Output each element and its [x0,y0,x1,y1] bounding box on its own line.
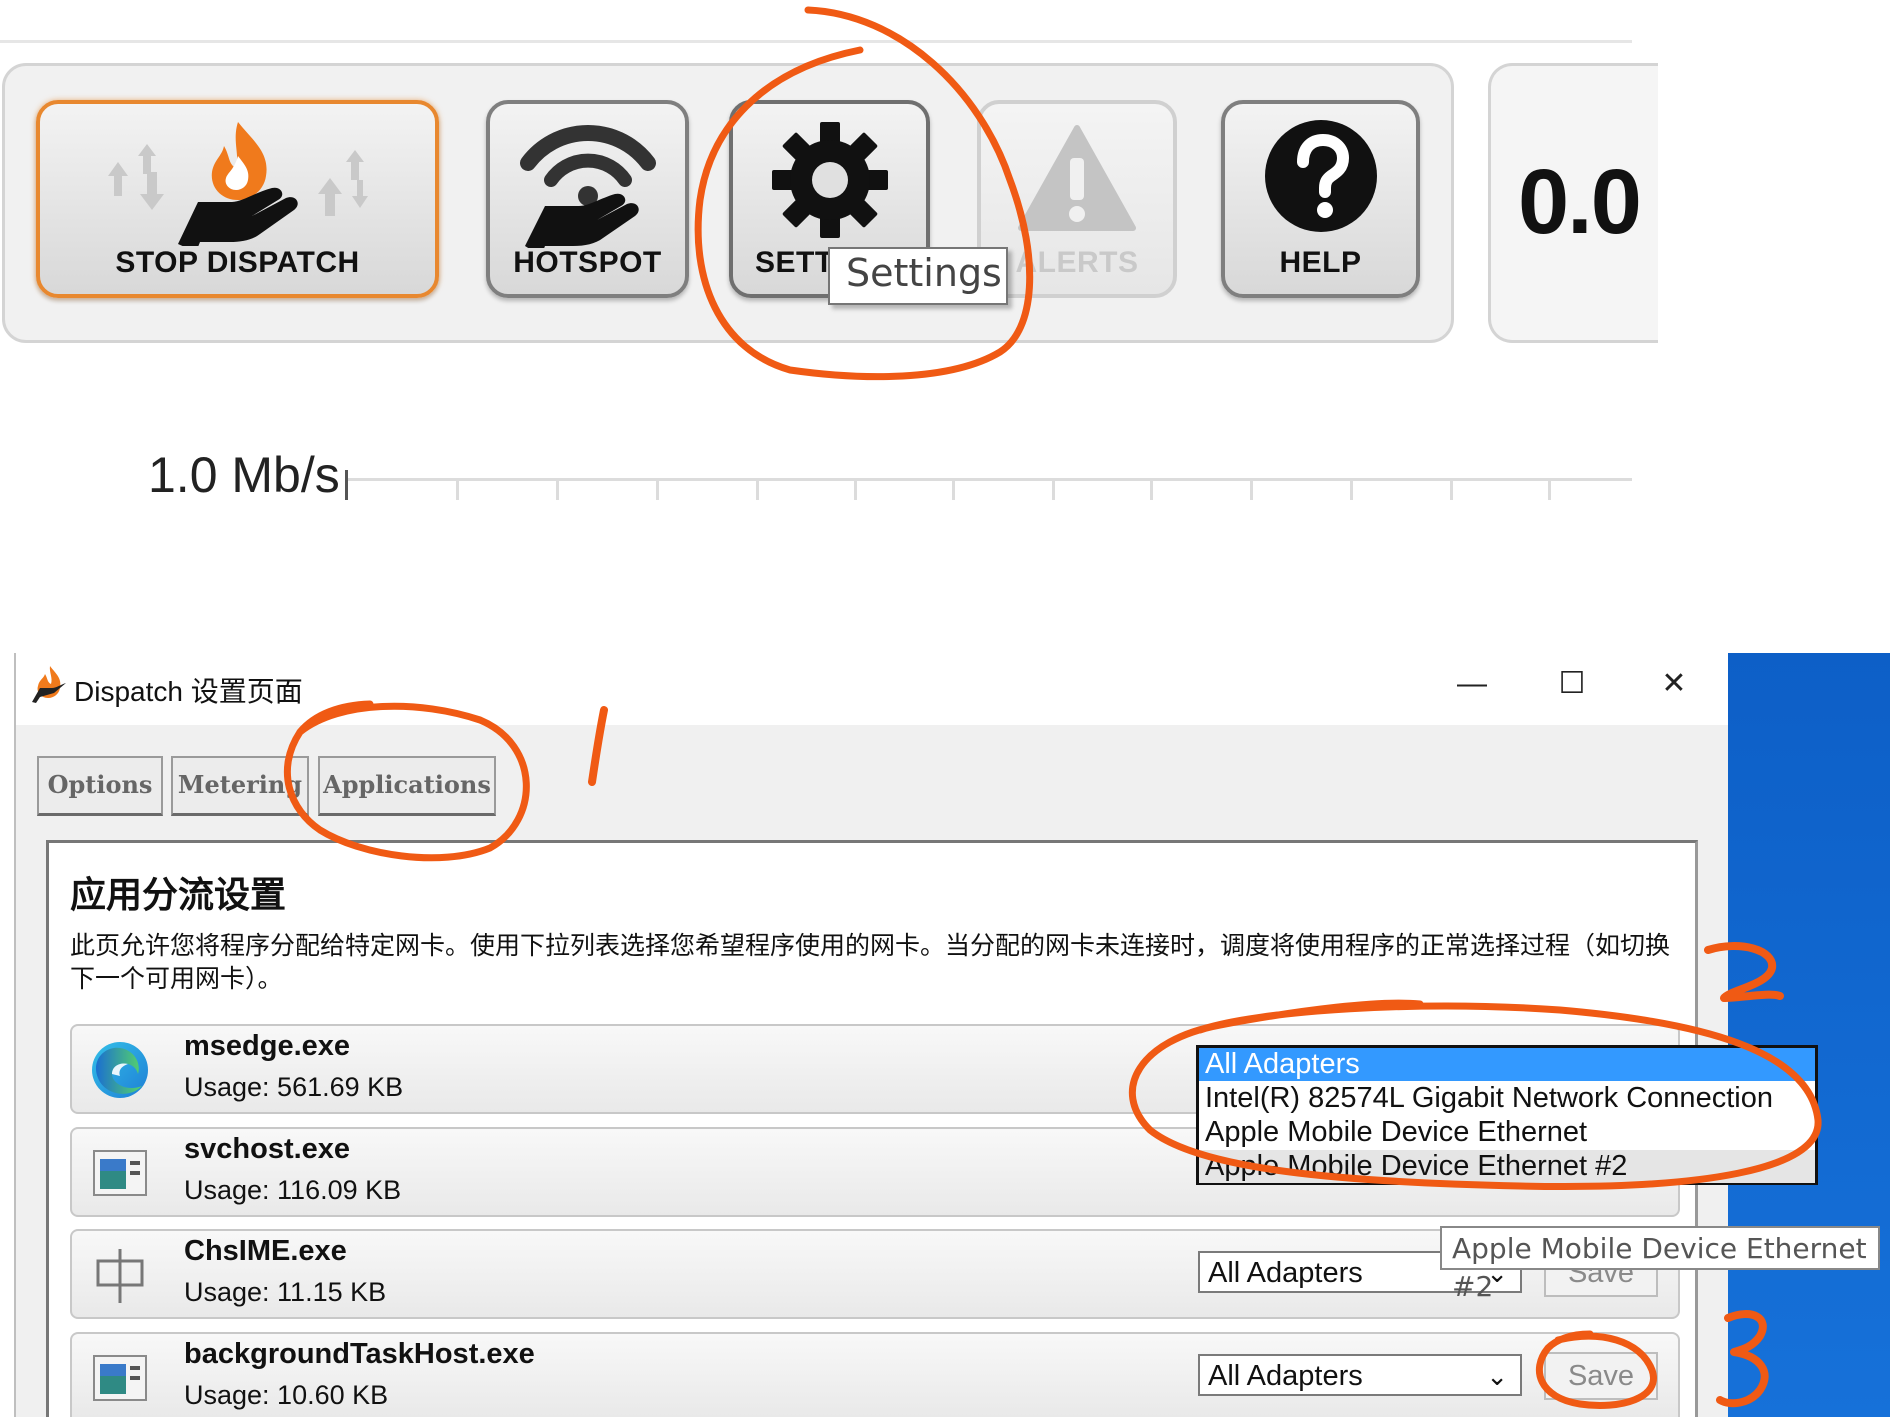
app-window-icon [93,1355,147,1401]
desktop-background [1728,653,1890,1417]
close-button[interactable]: ✕ [1644,660,1704,708]
gear-icon [771,122,888,238]
graph-tick [1548,478,1551,500]
help-icon [1264,120,1377,232]
app-usage: Usage: 116.09 KB [184,1175,402,1205]
hotspot-button[interactable]: HOTSPOT [486,100,689,298]
graph-tick [1350,478,1353,500]
graph-y-axis-label: 1.0 Mb/s [148,447,340,503]
tab-applications[interactable]: Applications [318,756,496,816]
app-usage: Usage: 10.60 KB [184,1380,389,1410]
tab-metering[interactable]: Metering [171,756,309,816]
graph-tick [854,478,857,500]
graph-axis-start [345,470,348,500]
save-button[interactable]: Save [1544,1352,1658,1400]
dispatch-flame-hand-icon [107,122,368,246]
speed-value: 0.0 [1518,151,1642,253]
graph-tick [1150,478,1153,500]
ime-icon [96,1249,144,1303]
adapter-select-value: All Adapters [1208,1360,1363,1392]
settings-tooltip: Settings [828,247,1008,305]
window-title: Dispatch 设置页面 [74,676,303,707]
app-name: svchost.exe [184,1133,351,1165]
graph-tick [1250,478,1253,500]
chevron-down-icon: ⌄ [1486,1361,1508,1391]
dispatch-app-icon [32,666,66,703]
dropdown-option-all-adapters[interactable]: All Adapters [1199,1048,1815,1081]
app-window-icon [93,1150,147,1196]
edge-icon [92,1042,148,1098]
warning-icon [1018,125,1136,231]
graph-tick [1450,478,1453,500]
app-name: msedge.exe [184,1030,351,1062]
panel-title: 应用分流设置 [70,874,287,915]
help-label: HELP [1279,246,1362,279]
app-row-backgroundtaskhost: backgroundTaskHost.exe Usage: 10.60 KB A… [70,1332,1680,1417]
graph-tick [456,478,459,500]
adapter-select-value: All Adapters [1208,1257,1363,1289]
dropdown-option-intel[interactable]: Intel(R) 82574L Gigabit Network Connecti… [1205,1082,1773,1115]
stop-dispatch-label: STOP DISPATCH [115,246,360,279]
graph-tick [1052,478,1055,500]
dropdown-option-apple-ethernet-2[interactable]: Apple Mobile Device Ethernet #2 [1199,1150,1815,1183]
graph-tick [556,478,559,500]
toolbar-separator [0,40,1632,43]
minimize-button[interactable]: — [1442,660,1502,708]
alerts-label: ALERTS [1015,246,1139,279]
panel-description: 此页允许您将程序分配给特定网卡。使用下拉列表选择您希望程序使用的网卡。当分配的网… [70,932,1671,993]
graph-tick [756,478,759,500]
hotspot-label: HOTSPOT [513,246,662,279]
dropdown-option-apple-ethernet[interactable]: Apple Mobile Device Ethernet [1205,1116,1587,1149]
adapter-tooltip: Apple Mobile Device Ethernet #2 [1440,1226,1880,1303]
app-usage: Usage: 561.69 KB [184,1072,404,1102]
graph-axis [348,478,1632,481]
app-name: backgroundTaskHost.exe [184,1338,535,1370]
tab-options[interactable]: Options [37,756,163,816]
app-name: ChsIME.exe [184,1235,347,1267]
app-row-chsime: ChsIME.exe Usage: 11.15 KB All Adapters … [70,1229,1680,1319]
adapter-dropdown-list: All Adapters Intel(R) 82574L Gigabit Net… [1196,1045,1818,1185]
app-usage: Usage: 11.15 KB [184,1277,387,1307]
hotspot-wifi-hand-icon [519,125,656,248]
stop-dispatch-button[interactable]: STOP DISPATCH [36,100,439,298]
adapter-select[interactable]: All Adapters ⌄ [1198,1354,1522,1396]
graph-tick [656,478,659,500]
graph-tick [952,478,955,500]
help-button[interactable]: HELP [1221,100,1420,298]
maximize-button[interactable]: ☐ [1542,660,1602,708]
